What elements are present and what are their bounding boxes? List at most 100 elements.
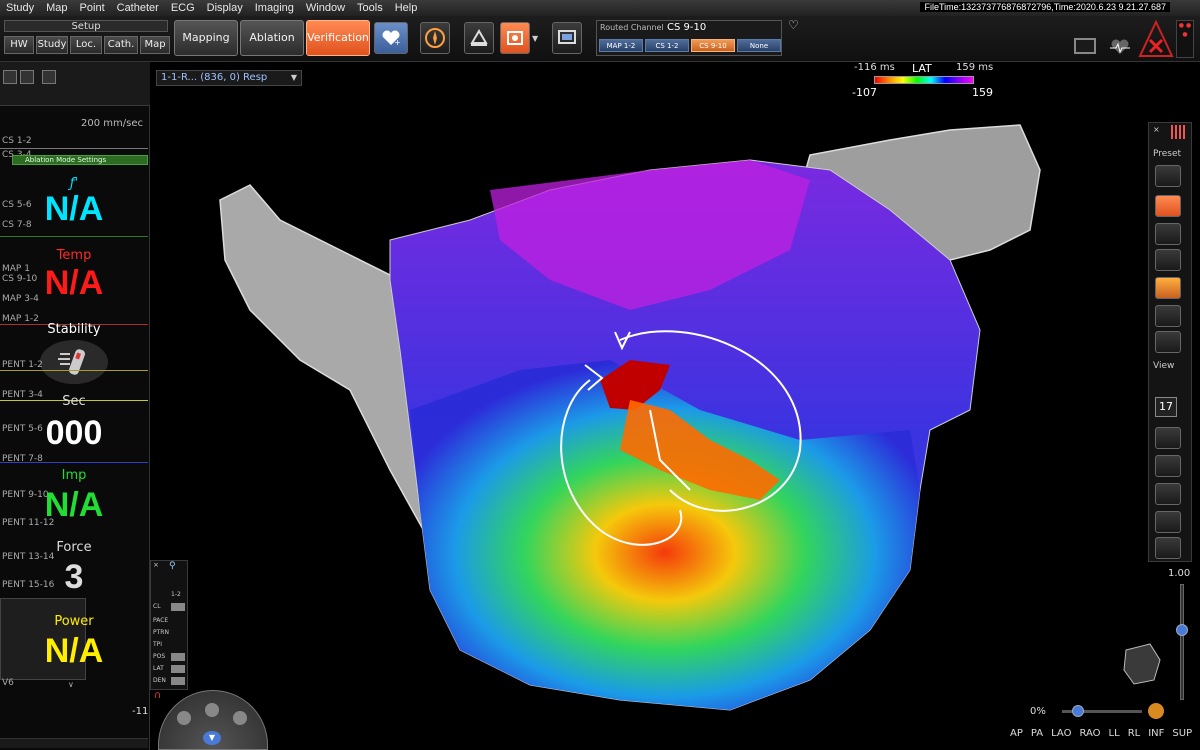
rotation-slider-handle[interactable] <box>1072 705 1084 717</box>
dial-down-icon[interactable]: ▼ <box>203 731 221 745</box>
lat-toggle[interactable] <box>171 665 185 673</box>
collapse-chevron-icon[interactable]: ∨ <box>68 680 74 689</box>
den-toggle[interactable] <box>171 677 185 685</box>
view-rao-button[interactable]: RAO <box>1079 728 1100 739</box>
cl-toggle[interactable] <box>171 603 185 611</box>
magnet-icon[interactable]: ∩ <box>154 690 161 701</box>
catheter-stability-icon <box>40 340 108 384</box>
view-sup-button[interactable]: SUP <box>1172 728 1192 739</box>
map-capture-icon[interactable] <box>500 22 530 54</box>
channel-cs-1-2-button[interactable]: CS 1-2 <box>645 39 689 52</box>
study-button[interactable]: Study <box>36 36 68 54</box>
menu-point[interactable]: Point <box>74 0 111 16</box>
close-icon[interactable]: × <box>153 561 159 569</box>
view-pa-button[interactable]: PA <box>1031 728 1043 739</box>
view-ecg-icon[interactable] <box>1155 483 1181 505</box>
menu-window[interactable]: Window <box>300 0 351 16</box>
mini-label-cl: CL <box>153 603 161 610</box>
menu-help[interactable]: Help <box>389 0 424 16</box>
sweep-speed[interactable]: 200 mm/sec <box>81 118 143 129</box>
signal-bottom-value: -11 <box>132 706 149 717</box>
preset-catheter-icon[interactable] <box>1155 331 1181 353</box>
hw-button[interactable]: HW <box>4 36 34 54</box>
rotation-percent: 0% <box>1030 706 1046 717</box>
heart-orientation-icon[interactable] <box>1120 640 1164 688</box>
signal-panel-toolbar <box>0 62 150 106</box>
view-ll-button[interactable]: LL <box>1109 728 1120 739</box>
channel-none-button[interactable]: None <box>737 39 781 52</box>
temp-label: Temp <box>56 248 92 263</box>
map-select-value: 1-1-R... (836, 0) Resp <box>161 72 268 83</box>
channel-cs-9-10-button[interactable]: CS 9-10 <box>691 39 735 52</box>
trace-line <box>0 462 148 463</box>
close-icon[interactable]: × <box>1153 125 1160 134</box>
lat-low-value: -107 <box>852 86 877 99</box>
ablation-mode-settings-bar[interactable]: Ablation Mode Settings <box>12 155 148 165</box>
heart-plus-icon[interactable]: + <box>374 22 408 54</box>
force-value: 3 <box>64 558 84 596</box>
view-lao-button[interactable]: LAO <box>1051 728 1071 739</box>
menu-display[interactable]: Display <box>201 0 249 16</box>
preset-grid-icon[interactable] <box>1155 249 1181 271</box>
preset-mesh-icon[interactable] <box>1155 305 1181 327</box>
zoom-slider[interactable] <box>1180 584 1184 700</box>
preset-dots-icon[interactable] <box>1155 165 1181 187</box>
mini-label-pos: POS <box>153 653 166 660</box>
lat-activation-map[interactable] <box>190 110 1050 720</box>
alert-triangle-icon <box>1138 19 1174 58</box>
view-label: View <box>1153 361 1175 371</box>
view-ap-button[interactable]: AP <box>1010 728 1023 739</box>
catheter-shape-icon[interactable] <box>464 22 494 54</box>
trace-label: PENT 11-12 <box>2 518 55 528</box>
channel-map-1-2-button[interactable]: MAP 1-2 <box>599 39 643 52</box>
verification-mode-button[interactable]: Verification <box>306 20 370 56</box>
hand-pan-icon[interactable] <box>205 703 219 717</box>
mini-label-lat: LAT <box>153 665 164 672</box>
map-select-dropdown[interactable]: 1-1-R... (836, 0) Resp ▼ <box>156 70 302 86</box>
preset-color-icon[interactable] <box>1155 195 1181 217</box>
compass-icon[interactable] <box>420 22 450 54</box>
preset-palette-icon[interactable] <box>1155 277 1181 299</box>
mini-label-tpi: TPI <box>153 641 163 648</box>
signal-settings-icon[interactable] <box>42 70 56 84</box>
map-button[interactable]: Map <box>140 36 170 54</box>
menu-map[interactable]: Map <box>40 0 73 16</box>
lat-color-bar[interactable] <box>874 76 974 84</box>
hand-rotate-icon[interactable] <box>177 711 191 725</box>
menu-catheter[interactable]: Catheter <box>111 0 165 16</box>
lat-max-ms: 159 ms <box>956 62 994 73</box>
sec-value: 000 <box>45 414 103 452</box>
grid-icon[interactable] <box>1171 125 1187 139</box>
mini-label-pace: PACE <box>153 617 169 624</box>
view-search-icon[interactable] <box>1155 455 1181 477</box>
view-rl-button[interactable]: RL <box>1128 728 1141 739</box>
zoom-fit-icon[interactable] <box>3 70 17 84</box>
view-heart-settings-icon[interactable] <box>1155 537 1181 559</box>
orientation-reset-icon[interactable] <box>1148 703 1164 719</box>
ablation-mode-button[interactable]: Ablation <box>240 20 304 56</box>
menu-ecg[interactable]: ECG <box>165 0 201 16</box>
preset-points-icon[interactable] <box>1155 223 1181 245</box>
loc-button[interactable]: Loc. <box>70 36 102 54</box>
view-grid-icon[interactable] <box>1155 427 1181 449</box>
routed-channel-panel: Routed Channel CS 9-10 MAP 1-2 CS 1-2 CS… <box>596 20 782 56</box>
cath-button[interactable]: Cath. <box>104 36 138 54</box>
search-icon[interactable]: ⚲ <box>169 561 176 571</box>
chevron-down-icon[interactable]: ▼ <box>532 34 538 43</box>
view-inf-button[interactable]: INF <box>1148 728 1164 739</box>
routed-channel-value[interactable]: CS 9-10 <box>667 22 706 33</box>
pos-toggle[interactable] <box>171 653 185 661</box>
zoom-slider-handle[interactable] <box>1176 624 1188 636</box>
signal-scrollbar[interactable] <box>0 738 148 748</box>
view-heart-icon[interactable] <box>1155 511 1181 533</box>
map-properties-panel: × ⚲ 1-2 CL PACE PTRN TPI POS LAT DEN <box>150 560 188 690</box>
menu-study[interactable]: Study <box>0 0 40 16</box>
menu-tools[interactable]: Tools <box>351 0 389 16</box>
hand-zoom-icon[interactable] <box>233 711 247 725</box>
view-number[interactable]: 17 <box>1155 397 1177 417</box>
menu-imaging[interactable]: Imaging <box>249 0 300 16</box>
preset-label: Preset <box>1153 149 1182 159</box>
window-layout-icon[interactable] <box>552 22 582 54</box>
zoom-scale-icon[interactable] <box>20 70 34 84</box>
mapping-mode-button[interactable]: Mapping <box>174 20 238 56</box>
